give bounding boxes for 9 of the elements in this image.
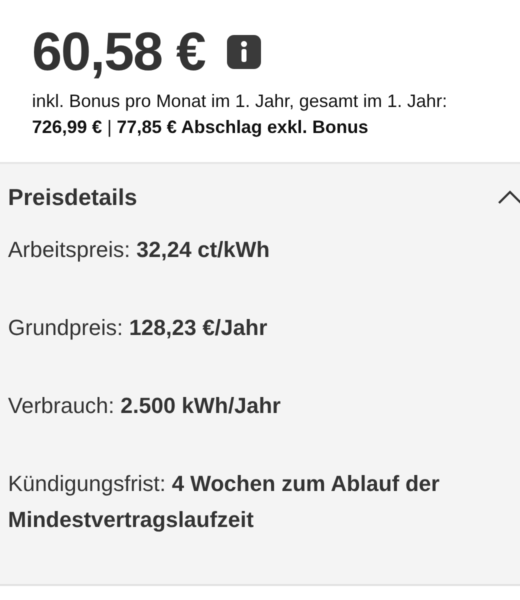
price-detail: Verbrauch: 2.500 kWh/Jahr [8, 392, 282, 420]
price-description: inkl. Bonus pro Monat im 1. Jahr, gesamt im 1. Jahr: 726,99 € | 77,85 € Abschlag exkl. Bonus [32, 90, 448, 139]
price-detail: Kündigungsfrist: 4 Wochen zum Ablauf der Mindestvertragslaufzeit [8, 470, 441, 534]
price-detail: Grundpreis: 128,23 €/Jahr [8, 314, 268, 342]
price-amount: 60,58 € [32, 22, 206, 82]
price-detail: Arbeitspreis: 32,24 ct/kWh [8, 236, 271, 264]
chevron-icon [498, 190, 520, 204]
info-icon[interactable] [227, 35, 262, 69]
details-toggle[interactable]: Preisdetails [0, 164, 520, 204]
